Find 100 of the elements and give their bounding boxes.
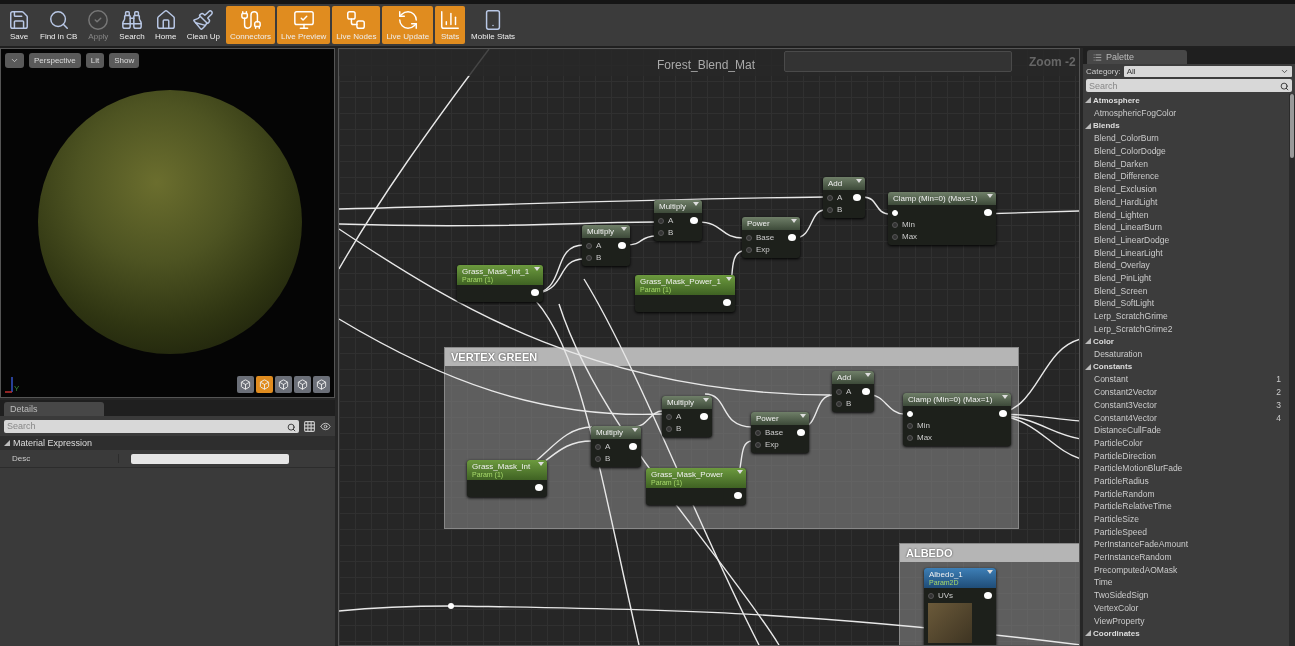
palette-category[interactable]: Coordinates — [1093, 628, 1140, 638]
caret-icon[interactable] — [621, 227, 627, 231]
search-field[interactable]: Search — [1086, 79, 1292, 92]
output-pin[interactable] — [862, 388, 870, 395]
output-pin[interactable] — [618, 242, 626, 249]
output-pin[interactable] — [690, 217, 698, 224]
input-pin[interactable] — [827, 206, 833, 213]
caret-icon[interactable] — [800, 414, 806, 418]
palette-item[interactable]: ParticleSpeed — [1085, 525, 1289, 539]
graph-node[interactable]: Power Base Exp — [742, 217, 800, 258]
input-pin[interactable] — [907, 434, 913, 441]
palette-item[interactable]: Blend_Darken — [1085, 157, 1289, 171]
palette-tab[interactable]: Palette — [1087, 50, 1187, 64]
input-pin[interactable] — [836, 400, 842, 407]
palette-item[interactable]: AtmosphericFogColor — [1085, 106, 1289, 120]
palette-item[interactable]: ParticleRelativeTime — [1085, 500, 1289, 513]
toolbar-button[interactable]: Find in CB — [36, 6, 82, 44]
caret-icon[interactable] — [791, 219, 797, 223]
palette-item[interactable]: PerInstanceFadeAmount — [1085, 538, 1289, 551]
palette-item[interactable]: PrecomputedAOMask — [1085, 563, 1289, 577]
input-pin[interactable] — [595, 455, 601, 462]
caret-icon[interactable] — [1002, 395, 1008, 399]
input-pin[interactable] — [928, 592, 934, 599]
input-pin[interactable] — [595, 443, 601, 450]
input-pin[interactable] — [746, 246, 752, 253]
graph-node[interactable]: Power Base Exp — [751, 412, 809, 453]
palette-item[interactable]: Blend_Screen — [1085, 284, 1289, 297]
toolbar-button[interactable]: Home — [150, 6, 181, 44]
details-tab[interactable]: Details — [4, 402, 104, 416]
caret-icon[interactable] — [534, 267, 540, 271]
category-dropdown[interactable]: All — [1123, 66, 1292, 77]
palette-item[interactable]: DistanceCullFade — [1085, 423, 1289, 437]
palette-item[interactable]: Blend_ColorBurn — [1085, 132, 1289, 145]
scrollbar-thumb[interactable] — [1290, 94, 1294, 158]
input-pin[interactable] — [586, 242, 592, 249]
output-pin[interactable] — [999, 410, 1007, 417]
output-pin[interactable] — [797, 429, 805, 436]
graph-canvas[interactable] — [338, 48, 1080, 646]
graph-node[interactable]: Multiply A B — [591, 426, 641, 467]
palette-item[interactable]: ParticleDirection — [1085, 449, 1289, 462]
toolbar-button[interactable]: Save — [4, 6, 34, 44]
toolbar-button[interactable]: Clean Up — [182, 6, 225, 44]
palette-category[interactable]: Color — [1093, 336, 1114, 346]
preview-shape-button[interactable] — [237, 376, 254, 393]
input-pin[interactable] — [755, 441, 761, 448]
palette-item[interactable]: PerInstanceRandom — [1085, 550, 1289, 564]
graph-node[interactable]: Clamp (Min=0) (Max=1) Min Max — [888, 192, 996, 245]
palette-item[interactable]: Blend_SoftLight — [1085, 297, 1289, 310]
graph-node[interactable]: Add A B — [832, 371, 874, 412]
expand-arrow-icon[interactable] — [1085, 122, 1091, 129]
graph-node[interactable]: Clamp (Min=0) (Max=1) Min Max — [903, 393, 1011, 446]
palette-item[interactable]: Blend_PinLight — [1085, 271, 1289, 285]
caret-icon[interactable] — [703, 398, 709, 402]
expand-arrow-icon[interactable] — [1085, 97, 1091, 104]
palette-item[interactable]: Blend_Overlay — [1085, 258, 1289, 272]
caret-icon[interactable] — [865, 373, 871, 377]
palette-category[interactable]: Blends — [1093, 121, 1120, 131]
output-pin[interactable] — [700, 413, 708, 420]
caret-icon[interactable] — [538, 462, 544, 466]
toolbar-button[interactable]: Mobile Stats — [467, 6, 520, 44]
palette-item[interactable]: ParticleMotionBlurFade — [1085, 461, 1289, 475]
viewport-button[interactable]: Lit — [85, 53, 105, 68]
output-pin[interactable] — [734, 492, 742, 499]
caret-icon[interactable] — [632, 428, 638, 432]
palette-item[interactable]: Blend_LinearLight — [1085, 246, 1289, 259]
input-pin[interactable] — [746, 234, 752, 241]
palette-item[interactable]: Constant 1 — [1085, 373, 1289, 386]
title-field[interactable] — [784, 51, 1012, 72]
palette-item[interactable]: ParticleSize — [1085, 512, 1289, 526]
palette-item[interactable]: Time — [1085, 576, 1289, 589]
toolbar-button[interactable]: Search — [115, 6, 149, 44]
palette-item[interactable]: ParticleRadius — [1085, 474, 1289, 488]
input-field[interactable] — [131, 453, 289, 464]
palette-item[interactable]: Blend_ColorDodge — [1085, 144, 1289, 158]
viewport-button[interactable]: Perspective — [29, 53, 81, 68]
expand-arrow-icon[interactable] — [1085, 338, 1091, 345]
input-pin[interactable] — [892, 221, 898, 228]
input-pin[interactable] — [666, 413, 672, 420]
palette-category[interactable]: Constants — [1093, 362, 1133, 372]
input-pin[interactable] — [836, 388, 842, 395]
caret-icon[interactable] — [737, 470, 743, 474]
palette-item[interactable]: Blend_LinearDodge — [1085, 233, 1289, 247]
output-pin[interactable] — [788, 234, 796, 241]
palette-item[interactable]: Constant4Vector 4 — [1085, 411, 1289, 424]
palette-item[interactable]: Constant2Vector 2 — [1085, 385, 1289, 399]
caret-icon[interactable] — [693, 202, 699, 206]
output-pin[interactable] — [531, 289, 539, 296]
expand-arrow-icon[interactable] — [4, 440, 10, 446]
graph-node[interactable]: Multiply A B — [582, 225, 630, 266]
search-field[interactable]: Search — [4, 419, 299, 433]
preview-shape-button[interactable] — [256, 376, 273, 393]
input-pin[interactable] — [907, 422, 913, 429]
output-pin[interactable] — [723, 299, 731, 306]
palette-item[interactable]: Blend_LinearBurn — [1085, 220, 1289, 234]
palette-item[interactable]: Desaturation — [1085, 347, 1289, 361]
input-pin[interactable] — [586, 254, 592, 261]
output-pin[interactable] — [984, 209, 992, 216]
reroute-dot[interactable] — [448, 603, 454, 609]
eye-icon[interactable] — [320, 420, 331, 432]
palette-item[interactable]: Blend_Difference — [1085, 170, 1289, 183]
